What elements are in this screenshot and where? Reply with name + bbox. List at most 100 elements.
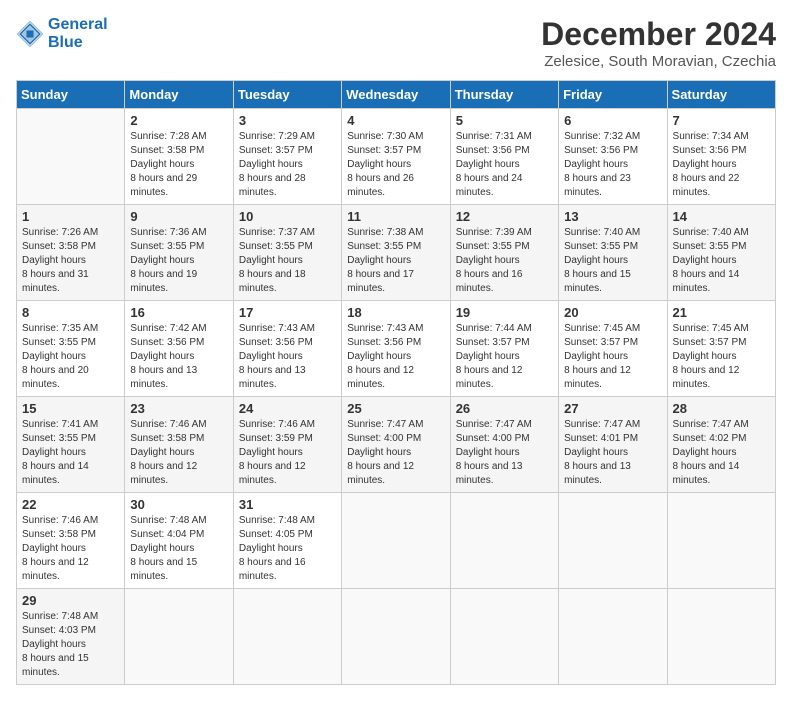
day-number: 3 xyxy=(239,113,336,128)
day-info: Sunrise: 7:36 AMSunset: 3:55 PMDaylight … xyxy=(130,226,227,296)
day-number: 12 xyxy=(456,209,553,224)
day-info: Sunrise: 7:31 AMSunset: 3:56 PMDaylight … xyxy=(456,130,553,200)
calendar-cell: 20 Sunrise: 7:45 AMSunset: 3:57 PMDayligh… xyxy=(559,301,667,397)
calendar-week-row: 2Sunrise: 7:28 AMSunset: 3:58 PMDaylight… xyxy=(17,109,776,205)
calendar-cell xyxy=(342,493,450,589)
day-info: Sunrise: 7:40 AMSunset: 3:55 PMDaylight … xyxy=(673,226,770,296)
day-info: Sunrise: 7:47 AMSunset: 4:00 PMDaylight … xyxy=(456,418,553,488)
day-info: Sunrise: 7:48 AMSunset: 4:03 PMDaylight … xyxy=(22,610,119,680)
location-subtitle: Zelesice, South Moravian, Czechia xyxy=(541,53,776,70)
day-info: Sunrise: 7:47 AMSunset: 4:02 PMDaylight … xyxy=(673,418,770,488)
day-number: 18 xyxy=(347,305,444,320)
day-number: 20 xyxy=(564,305,661,320)
calendar-cell: 14 Sunrise: 7:40 AMSunset: 3:55 PMDayligh… xyxy=(667,205,775,301)
day-number: 28 xyxy=(673,401,770,416)
weekday-header: Monday xyxy=(125,81,233,109)
page-header: General Blue December 2024 Zelesice, Sou… xyxy=(16,16,776,70)
logo-icon xyxy=(16,20,44,48)
day-info: Sunrise: 7:39 AMSunset: 3:55 PMDaylight … xyxy=(456,226,553,296)
day-number: 15 xyxy=(22,401,119,416)
calendar-cell: 16Sunrise: 7:42 AMSunset: 3:56 PMDayligh… xyxy=(125,301,233,397)
day-number: 25 xyxy=(347,401,444,416)
day-number: 11 xyxy=(347,209,444,224)
day-info: Sunrise: 7:35 AMSunset: 3:55 PMDaylight … xyxy=(22,322,119,392)
calendar-cell: 24Sunrise: 7:46 AMSunset: 3:59 PMDayligh… xyxy=(233,397,341,493)
day-info: Sunrise: 7:43 AMSunset: 3:56 PMDaylight … xyxy=(239,322,336,392)
calendar-week-row: 1Sunrise: 7:26 AMSunset: 3:58 PMDaylight… xyxy=(17,205,776,301)
day-number: 30 xyxy=(130,497,227,512)
day-info: Sunrise: 7:47 AMSunset: 4:01 PMDaylight … xyxy=(564,418,661,488)
calendar-cell: 13 Sunrise: 7:40 AMSunset: 3:55 PMDayligh… xyxy=(559,205,667,301)
day-info: Sunrise: 7:37 AMSunset: 3:55 PMDaylight … xyxy=(239,226,336,296)
calendar-cell xyxy=(17,109,125,205)
day-number: 29 xyxy=(22,593,119,608)
day-number: 10 xyxy=(239,209,336,224)
calendar-cell: 15Sunrise: 7:41 AMSunset: 3:55 PMDayligh… xyxy=(17,397,125,493)
calendar-cell: 12 Sunrise: 7:39 AMSunset: 3:55 PMDayligh… xyxy=(450,205,558,301)
day-info: Sunrise: 7:32 AMSunset: 3:56 PMDaylight … xyxy=(564,130,661,200)
calendar-cell: 25 Sunrise: 7:47 AMSunset: 4:00 PMDayligh… xyxy=(342,397,450,493)
calendar-week-row: 8Sunrise: 7:35 AMSunset: 3:55 PMDaylight… xyxy=(17,301,776,397)
logo-text: General Blue xyxy=(48,16,108,51)
calendar-cell: 30Sunrise: 7:48 AMSunset: 4:04 PMDayligh… xyxy=(125,493,233,589)
day-number: 21 xyxy=(673,305,770,320)
day-number: 7 xyxy=(673,113,770,128)
calendar-cell: 27 Sunrise: 7:47 AMSunset: 4:01 PMDayligh… xyxy=(559,397,667,493)
weekday-header: Thursday xyxy=(450,81,558,109)
calendar-cell xyxy=(559,493,667,589)
weekday-header: Tuesday xyxy=(233,81,341,109)
day-number: 22 xyxy=(22,497,119,512)
day-number: 1 xyxy=(22,209,119,224)
day-number: 6 xyxy=(564,113,661,128)
calendar-cell: 22 Sunrise: 7:46 AMSunset: 3:58 PMDayligh… xyxy=(17,493,125,589)
day-number: 4 xyxy=(347,113,444,128)
calendar-cell: 21 Sunrise: 7:45 AMSunset: 3:57 PMDayligh… xyxy=(667,301,775,397)
day-info: Sunrise: 7:46 AMSunset: 3:58 PMDaylight … xyxy=(22,514,119,584)
calendar-cell xyxy=(450,493,558,589)
day-number: 14 xyxy=(673,209,770,224)
day-number: 19 xyxy=(456,305,553,320)
calendar-week-row: 15Sunrise: 7:41 AMSunset: 3:55 PMDayligh… xyxy=(17,397,776,493)
day-number: 31 xyxy=(239,497,336,512)
day-info: Sunrise: 7:48 AMSunset: 4:05 PMDaylight … xyxy=(239,514,336,584)
calendar-cell: 31 Sunrise: 7:48 AMSunset: 4:05 PMDayligh… xyxy=(233,493,341,589)
day-number: 17 xyxy=(239,305,336,320)
logo: General Blue xyxy=(16,16,108,51)
day-number: 2 xyxy=(130,113,227,128)
calendar-cell xyxy=(667,493,775,589)
weekday-header: Wednesday xyxy=(342,81,450,109)
month-title: December 2024 xyxy=(541,16,776,53)
calendar-cell: 1Sunrise: 7:26 AMSunset: 3:58 PMDaylight… xyxy=(17,205,125,301)
day-number: 13 xyxy=(564,209,661,224)
day-info: Sunrise: 7:40 AMSunset: 3:55 PMDaylight … xyxy=(564,226,661,296)
calendar-cell: 19Sunrise: 7:44 AMSunset: 3:57 PMDayligh… xyxy=(450,301,558,397)
weekday-header-row: SundayMondayTuesdayWednesdayThursdayFrid… xyxy=(17,81,776,109)
calendar-cell: 5 Sunrise: 7:31 AMSunset: 3:56 PMDaylight… xyxy=(450,109,558,205)
calendar-cell xyxy=(559,589,667,685)
day-info: Sunrise: 7:42 AMSunset: 3:56 PMDaylight … xyxy=(130,322,227,392)
day-number: 27 xyxy=(564,401,661,416)
calendar-cell xyxy=(342,589,450,685)
day-info: Sunrise: 7:47 AMSunset: 4:00 PMDaylight … xyxy=(347,418,444,488)
weekday-header: Friday xyxy=(559,81,667,109)
day-info: Sunrise: 7:45 AMSunset: 3:57 PMDaylight … xyxy=(564,322,661,392)
calendar-cell: 9Sunrise: 7:36 AMSunset: 3:55 PMDaylight… xyxy=(125,205,233,301)
calendar-cell: 4Sunrise: 7:30 AMSunset: 3:57 PMDaylight… xyxy=(342,109,450,205)
day-info: Sunrise: 7:46 AMSunset: 3:58 PMDaylight … xyxy=(130,418,227,488)
day-info: Sunrise: 7:46 AMSunset: 3:59 PMDaylight … xyxy=(239,418,336,488)
calendar-week-row: 22 Sunrise: 7:46 AMSunset: 3:58 PMDayligh… xyxy=(17,493,776,589)
day-number: 26 xyxy=(456,401,553,416)
calendar-week-row: 29 Sunrise: 7:48 AMSunset: 4:03 PMDayligh… xyxy=(17,589,776,685)
calendar-cell: 18Sunrise: 7:43 AMSunset: 3:56 PMDayligh… xyxy=(342,301,450,397)
calendar-table: SundayMondayTuesdayWednesdayThursdayFrid… xyxy=(16,80,776,685)
calendar-cell xyxy=(667,589,775,685)
day-info: Sunrise: 7:29 AMSunset: 3:57 PMDaylight … xyxy=(239,130,336,200)
calendar-cell: 26 Sunrise: 7:47 AMSunset: 4:00 PMDayligh… xyxy=(450,397,558,493)
day-info: Sunrise: 7:45 AMSunset: 3:57 PMDaylight … xyxy=(673,322,770,392)
day-number: 5 xyxy=(456,113,553,128)
weekday-header: Sunday xyxy=(17,81,125,109)
day-number: 23 xyxy=(130,401,227,416)
calendar-cell: 29 Sunrise: 7:48 AMSunset: 4:03 PMDayligh… xyxy=(17,589,125,685)
calendar-cell: 8Sunrise: 7:35 AMSunset: 3:55 PMDaylight… xyxy=(17,301,125,397)
calendar-cell: 2Sunrise: 7:28 AMSunset: 3:58 PMDaylight… xyxy=(125,109,233,205)
